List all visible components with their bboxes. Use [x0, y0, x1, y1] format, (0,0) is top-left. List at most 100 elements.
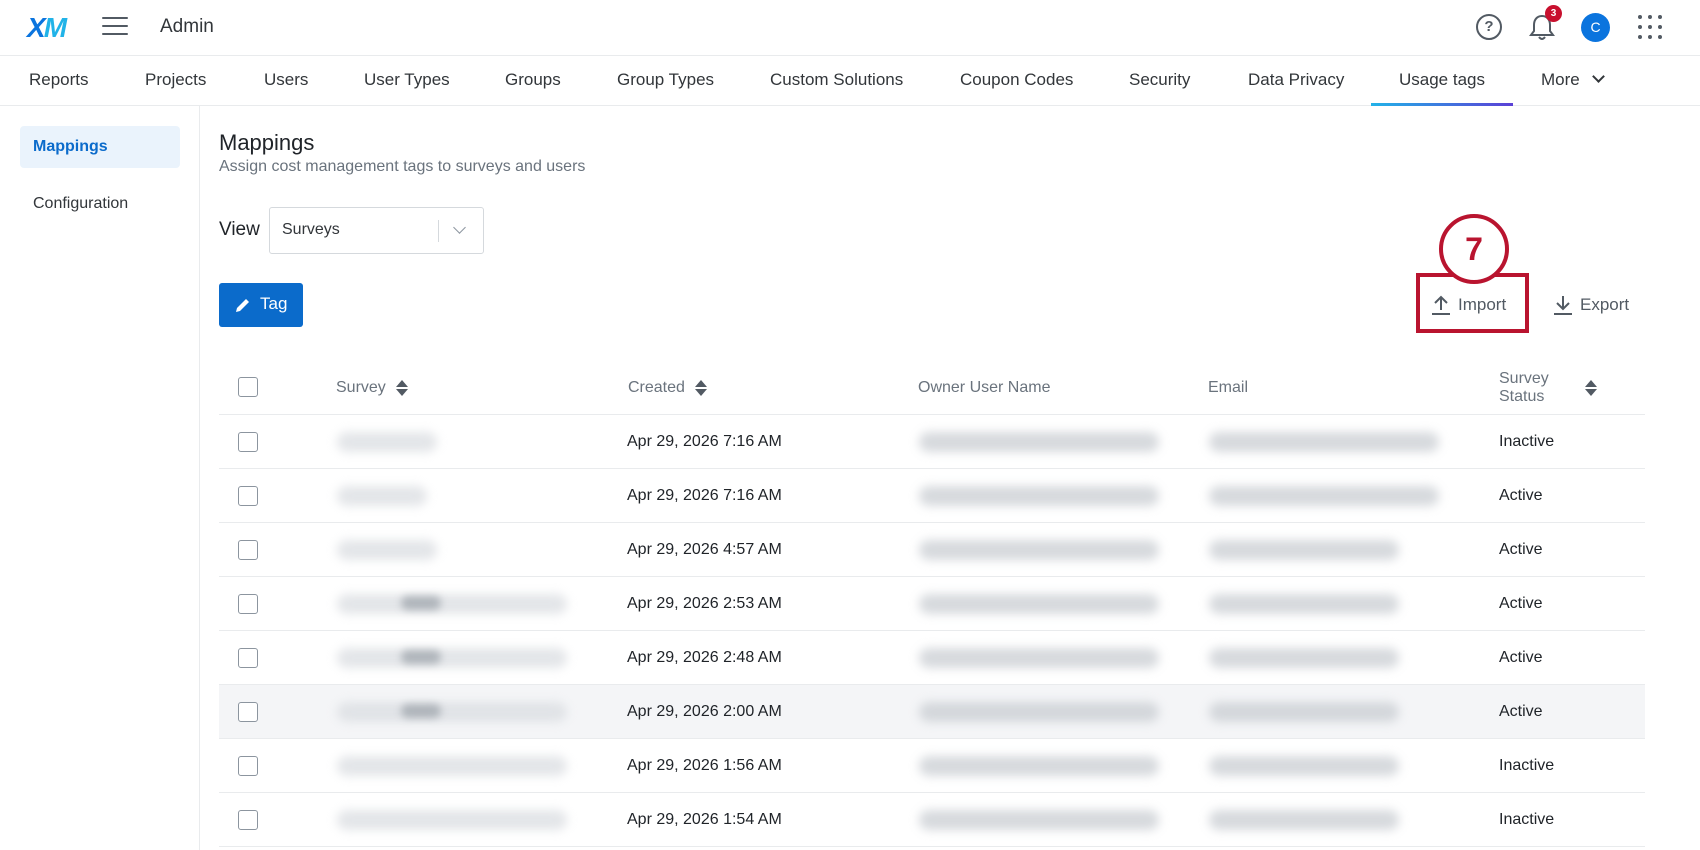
column-header-survey[interactable]: Survey	[336, 360, 408, 415]
page-title: Mappings	[219, 130, 315, 155]
redacted-email	[1209, 648, 1399, 668]
xm-logo[interactable]: XM	[27, 12, 67, 44]
tab-security[interactable]: Security	[1129, 56, 1190, 106]
table-row[interactable]: Apr 29, 2026 2:00 AM Active	[219, 685, 1645, 739]
tab-more[interactable]: More	[1541, 56, 1605, 106]
status-cell: Active	[1499, 703, 1543, 720]
redacted-email	[1209, 702, 1399, 722]
sidebar-item-mappings[interactable]: Mappings	[20, 126, 180, 168]
table-row[interactable]: Apr 29, 2026 2:48 AM Active	[219, 631, 1645, 685]
created-cell: Apr 29, 2026 1:54 AM	[627, 811, 782, 828]
admin-nav-tabs: Reports Projects Users User Types Groups…	[0, 56, 1700, 106]
tab-user-types[interactable]: User Types	[364, 56, 450, 106]
column-header-status-label: Survey Status	[1499, 370, 1549, 406]
download-icon	[1554, 296, 1572, 315]
page-subtitle: Assign cost management tags to surveys a…	[219, 158, 586, 175]
tab-group-types[interactable]: Group Types	[617, 56, 714, 106]
help-icon[interactable]: ?	[1476, 14, 1502, 40]
column-header-survey-label: Survey	[336, 378, 386, 396]
redacted-email	[1209, 540, 1399, 560]
redacted-owner	[919, 702, 1159, 722]
tag-button[interactable]: Tag	[219, 283, 303, 327]
table-row[interactable]: Apr 29, 2026 7:16 AM Inactive	[219, 415, 1645, 469]
row-checkbox[interactable]	[238, 702, 258, 722]
row-checkbox[interactable]	[238, 486, 258, 506]
created-cell: Apr 29, 2026 2:00 AM	[627, 703, 782, 720]
redacted-survey-name	[337, 648, 567, 668]
status-cell: Inactive	[1499, 757, 1555, 774]
surveys-table: Survey Created Owner User Name Email Sur…	[219, 360, 1645, 847]
status-cell: Inactive	[1499, 433, 1555, 450]
notification-badge: 3	[1545, 5, 1562, 22]
status-cell: Active	[1499, 649, 1543, 666]
sort-icon	[694, 379, 707, 397]
select-divider	[438, 220, 439, 242]
status-cell: Inactive	[1499, 811, 1555, 828]
redacted-email	[1209, 810, 1399, 830]
app-title: Admin	[160, 16, 214, 37]
redacted-survey-name	[337, 432, 437, 452]
row-checkbox[interactable]	[238, 648, 258, 668]
tab-custom-solutions[interactable]: Custom Solutions	[770, 56, 903, 106]
app-grid-icon[interactable]	[1638, 15, 1662, 39]
status-cell: Active	[1499, 487, 1543, 504]
tab-coupon-codes[interactable]: Coupon Codes	[960, 56, 1073, 106]
table-row[interactable]: Apr 29, 2026 4:57 AM Active	[219, 523, 1645, 577]
redacted-email	[1209, 486, 1439, 506]
sidebar: Mappings Configuration	[0, 106, 200, 850]
redacted-mark	[401, 650, 441, 664]
redacted-owner	[919, 810, 1159, 830]
status-cell: Active	[1499, 541, 1543, 558]
redacted-survey-name	[337, 702, 567, 722]
tab-groups[interactable]: Groups	[505, 56, 561, 106]
created-cell: Apr 29, 2026 2:48 AM	[627, 649, 782, 666]
tab-more-label: More	[1541, 70, 1580, 89]
tab-usage-tags[interactable]: Usage tags	[1371, 56, 1513, 106]
sort-icon	[1584, 379, 1597, 397]
tab-reports[interactable]: Reports	[29, 56, 89, 106]
view-select-value: Surveys	[282, 221, 340, 238]
row-checkbox[interactable]	[238, 540, 258, 560]
created-cell: Apr 29, 2026 7:16 AM	[627, 487, 782, 504]
tab-projects[interactable]: Projects	[145, 56, 206, 106]
redacted-owner	[919, 648, 1159, 668]
redacted-owner	[919, 486, 1159, 506]
view-select[interactable]: Surveys	[269, 207, 484, 254]
redacted-email	[1209, 756, 1399, 776]
redacted-mark	[401, 596, 441, 610]
status-header-line1: Survey	[1499, 369, 1549, 387]
chevron-down-icon	[453, 221, 466, 234]
table-row[interactable]: Apr 29, 2026 1:54 AM Inactive	[219, 793, 1645, 847]
top-bar: XM Admin ? 3 C	[0, 0, 1700, 56]
row-checkbox[interactable]	[238, 432, 258, 452]
table-row[interactable]: Apr 29, 2026 7:16 AM Active	[219, 469, 1645, 523]
select-all-checkbox[interactable]	[238, 377, 258, 397]
redacted-owner	[919, 432, 1159, 452]
status-header-line2: Status	[1499, 387, 1545, 405]
column-header-status[interactable]: Survey Status	[1499, 360, 1597, 415]
column-header-created[interactable]: Created	[628, 360, 707, 415]
column-header-created-label: Created	[628, 378, 685, 396]
redacted-survey-name	[337, 486, 427, 506]
row-checkbox[interactable]	[238, 594, 258, 614]
redacted-owner	[919, 756, 1159, 776]
row-checkbox[interactable]	[238, 756, 258, 776]
redacted-survey-name	[337, 810, 567, 830]
chevron-down-icon	[1591, 70, 1605, 83]
created-cell: Apr 29, 2026 2:53 AM	[627, 595, 782, 612]
export-button-label: Export	[1580, 295, 1630, 314]
redacted-survey-name	[337, 594, 567, 614]
tab-users[interactable]: Users	[264, 56, 308, 106]
column-header-email: Email	[1208, 378, 1249, 396]
redacted-mark	[401, 704, 441, 718]
sidebar-item-configuration[interactable]: Configuration	[20, 183, 180, 225]
table-row[interactable]: Apr 29, 2026 1:56 AM Inactive	[219, 739, 1645, 793]
avatar[interactable]: C	[1581, 13, 1610, 42]
tab-data-privacy[interactable]: Data Privacy	[1248, 56, 1344, 106]
table-row[interactable]: Apr 29, 2026 2:53 AM Active	[219, 577, 1645, 631]
created-cell: Apr 29, 2026 7:16 AM	[627, 433, 782, 450]
row-checkbox[interactable]	[238, 810, 258, 830]
status-cell: Active	[1499, 595, 1543, 612]
menu-icon[interactable]	[102, 17, 128, 37]
redacted-owner	[919, 594, 1159, 614]
